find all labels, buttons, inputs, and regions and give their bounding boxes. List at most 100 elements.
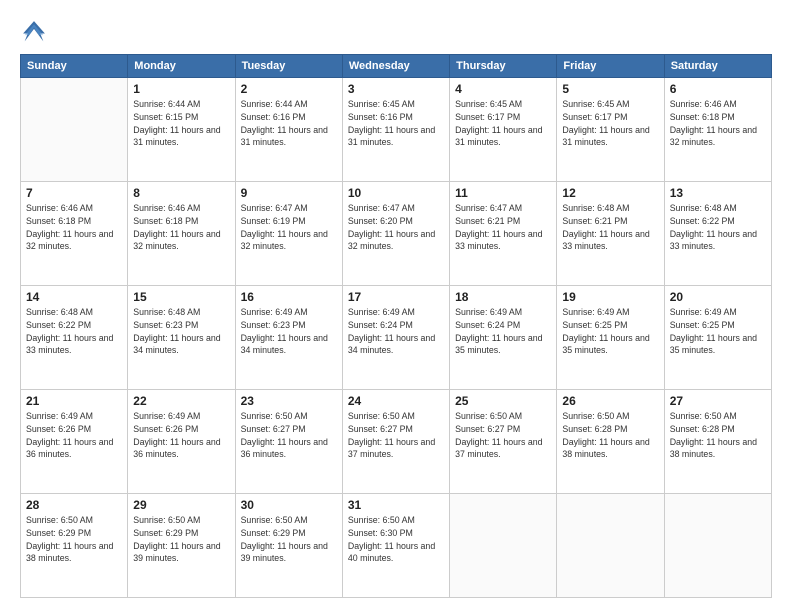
day-cell: 12 Sunrise: 6:48 AMSunset: 6:21 PMDayligh… — [557, 182, 664, 286]
day-cell: 8 Sunrise: 6:46 AMSunset: 6:18 PMDaylight… — [128, 182, 235, 286]
day-cell: 24Sunrise: 6:50 AMSunset: 6:27 PMDayligh… — [342, 390, 449, 494]
day-info: Sunrise: 6:50 AMSunset: 6:29 PMDaylight:… — [241, 514, 337, 565]
day-number: 17 — [348, 290, 444, 304]
day-info: Sunrise: 6:46 AMSunset: 6:18 PMDaylight:… — [670, 98, 766, 149]
day-info: Sunrise: 6:50 AMSunset: 6:27 PMDaylight:… — [455, 410, 551, 461]
day-cell: 21 Sunrise: 6:49 AMSunset: 6:26 PMDayligh… — [21, 390, 128, 494]
day-cell — [21, 78, 128, 182]
day-number: 31 — [348, 498, 444, 512]
day-info: Sunrise: 6:44 AMSunset: 6:15 PMDaylight:… — [133, 98, 229, 149]
day-cell: 15Sunrise: 6:48 AMSunset: 6:23 PMDayligh… — [128, 286, 235, 390]
day-number: 19 — [562, 290, 658, 304]
day-info: Sunrise: 6:50 AMSunset: 6:27 PMDaylight:… — [241, 410, 337, 461]
logo — [20, 18, 52, 46]
day-cell: 4 Sunrise: 6:45 AMSunset: 6:17 PMDaylight… — [450, 78, 557, 182]
day-number: 1 — [133, 82, 229, 96]
day-cell: 22 Sunrise: 6:49 AMSunset: 6:26 PMDayligh… — [128, 390, 235, 494]
weekday-saturday: Saturday — [664, 55, 771, 78]
day-number: 30 — [241, 498, 337, 512]
day-info: Sunrise: 6:49 AMSunset: 6:25 PMDaylight:… — [562, 306, 658, 357]
day-number: 8 — [133, 186, 229, 200]
day-number: 9 — [241, 186, 337, 200]
day-cell: 13Sunrise: 6:48 AMSunset: 6:22 PMDayligh… — [664, 182, 771, 286]
day-number: 12 — [562, 186, 658, 200]
weekday-sunday: Sunday — [21, 55, 128, 78]
day-cell: 26 Sunrise: 6:50 AMSunset: 6:28 PMDayligh… — [557, 390, 664, 494]
weekday-wednesday: Wednesday — [342, 55, 449, 78]
day-info: Sunrise: 6:48 AMSunset: 6:23 PMDaylight:… — [133, 306, 229, 357]
day-number: 26 — [562, 394, 658, 408]
week-row-5: 28Sunrise: 6:50 AMSunset: 6:29 PMDayligh… — [21, 494, 772, 598]
day-cell: 5Sunrise: 6:45 AMSunset: 6:17 PMDaylight… — [557, 78, 664, 182]
day-number: 5 — [562, 82, 658, 96]
day-number: 25 — [455, 394, 551, 408]
day-number: 6 — [670, 82, 766, 96]
day-cell: 19 Sunrise: 6:49 AMSunset: 6:25 PMDayligh… — [557, 286, 664, 390]
day-number: 2 — [241, 82, 337, 96]
day-info: Sunrise: 6:45 AMSunset: 6:16 PMDaylight:… — [348, 98, 444, 149]
day-number: 23 — [241, 394, 337, 408]
calendar-body: 1 Sunrise: 6:44 AMSunset: 6:15 PMDaylight… — [21, 78, 772, 598]
day-cell: 1 Sunrise: 6:44 AMSunset: 6:15 PMDaylight… — [128, 78, 235, 182]
day-info: Sunrise: 6:48 AMSunset: 6:22 PMDaylight:… — [26, 306, 122, 357]
weekday-friday: Friday — [557, 55, 664, 78]
day-cell: 7 Sunrise: 6:46 AMSunset: 6:18 PMDaylight… — [21, 182, 128, 286]
day-info: Sunrise: 6:48 AMSunset: 6:21 PMDaylight:… — [562, 202, 658, 253]
day-cell: 23 Sunrise: 6:50 AMSunset: 6:27 PMDayligh… — [235, 390, 342, 494]
day-info: Sunrise: 6:47 AMSunset: 6:19 PMDaylight:… — [241, 202, 337, 253]
day-cell: 29Sunrise: 6:50 AMSunset: 6:29 PMDayligh… — [128, 494, 235, 598]
day-cell: 25 Sunrise: 6:50 AMSunset: 6:27 PMDayligh… — [450, 390, 557, 494]
day-info: Sunrise: 6:50 AMSunset: 6:28 PMDaylight:… — [562, 410, 658, 461]
week-row-4: 21 Sunrise: 6:49 AMSunset: 6:26 PMDayligh… — [21, 390, 772, 494]
day-cell: 2 Sunrise: 6:44 AMSunset: 6:16 PMDaylight… — [235, 78, 342, 182]
day-number: 3 — [348, 82, 444, 96]
day-number: 24 — [348, 394, 444, 408]
day-cell — [557, 494, 664, 598]
weekday-header-row: SundayMondayTuesdayWednesdayThursdayFrid… — [21, 55, 772, 78]
day-cell: 17 Sunrise: 6:49 AMSunset: 6:24 PMDayligh… — [342, 286, 449, 390]
day-cell: 10 Sunrise: 6:47 AMSunset: 6:20 PMDayligh… — [342, 182, 449, 286]
day-info: Sunrise: 6:50 AMSunset: 6:29 PMDaylight:… — [133, 514, 229, 565]
header — [20, 18, 772, 46]
day-number: 22 — [133, 394, 229, 408]
week-row-2: 7 Sunrise: 6:46 AMSunset: 6:18 PMDaylight… — [21, 182, 772, 286]
day-cell: 6 Sunrise: 6:46 AMSunset: 6:18 PMDaylight… — [664, 78, 771, 182]
day-cell: 27 Sunrise: 6:50 AMSunset: 6:28 PMDayligh… — [664, 390, 771, 494]
day-number: 11 — [455, 186, 551, 200]
day-number: 7 — [26, 186, 122, 200]
day-number: 4 — [455, 82, 551, 96]
day-number: 21 — [26, 394, 122, 408]
day-info: Sunrise: 6:49 AMSunset: 6:24 PMDaylight:… — [348, 306, 444, 357]
day-info: Sunrise: 6:49 AMSunset: 6:26 PMDaylight:… — [26, 410, 122, 461]
day-number: 20 — [670, 290, 766, 304]
day-info: Sunrise: 6:47 AMSunset: 6:21 PMDaylight:… — [455, 202, 551, 253]
week-row-1: 1 Sunrise: 6:44 AMSunset: 6:15 PMDaylight… — [21, 78, 772, 182]
day-cell: 28Sunrise: 6:50 AMSunset: 6:29 PMDayligh… — [21, 494, 128, 598]
day-info: Sunrise: 6:50 AMSunset: 6:28 PMDaylight:… — [670, 410, 766, 461]
day-info: Sunrise: 6:45 AMSunset: 6:17 PMDaylight:… — [455, 98, 551, 149]
day-cell: 18Sunrise: 6:49 AMSunset: 6:24 PMDayligh… — [450, 286, 557, 390]
weekday-monday: Monday — [128, 55, 235, 78]
day-info: Sunrise: 6:50 AMSunset: 6:29 PMDaylight:… — [26, 514, 122, 565]
day-cell — [450, 494, 557, 598]
week-row-3: 14Sunrise: 6:48 AMSunset: 6:22 PMDayligh… — [21, 286, 772, 390]
day-cell: 14Sunrise: 6:48 AMSunset: 6:22 PMDayligh… — [21, 286, 128, 390]
day-info: Sunrise: 6:47 AMSunset: 6:20 PMDaylight:… — [348, 202, 444, 253]
day-number: 16 — [241, 290, 337, 304]
day-info: Sunrise: 6:46 AMSunset: 6:18 PMDaylight:… — [26, 202, 122, 253]
day-info: Sunrise: 6:44 AMSunset: 6:16 PMDaylight:… — [241, 98, 337, 149]
day-info: Sunrise: 6:49 AMSunset: 6:25 PMDaylight:… — [670, 306, 766, 357]
day-cell: 30 Sunrise: 6:50 AMSunset: 6:29 PMDayligh… — [235, 494, 342, 598]
day-cell: 31 Sunrise: 6:50 AMSunset: 6:30 PMDayligh… — [342, 494, 449, 598]
page: SundayMondayTuesdayWednesdayThursdayFrid… — [0, 0, 792, 612]
day-number: 27 — [670, 394, 766, 408]
day-info: Sunrise: 6:49 AMSunset: 6:23 PMDaylight:… — [241, 306, 337, 357]
day-info: Sunrise: 6:49 AMSunset: 6:26 PMDaylight:… — [133, 410, 229, 461]
logo-icon — [20, 18, 48, 46]
day-info: Sunrise: 6:46 AMSunset: 6:18 PMDaylight:… — [133, 202, 229, 253]
day-info: Sunrise: 6:50 AMSunset: 6:30 PMDaylight:… — [348, 514, 444, 565]
day-cell — [664, 494, 771, 598]
day-number: 10 — [348, 186, 444, 200]
day-info: Sunrise: 6:48 AMSunset: 6:22 PMDaylight:… — [670, 202, 766, 253]
weekday-tuesday: Tuesday — [235, 55, 342, 78]
